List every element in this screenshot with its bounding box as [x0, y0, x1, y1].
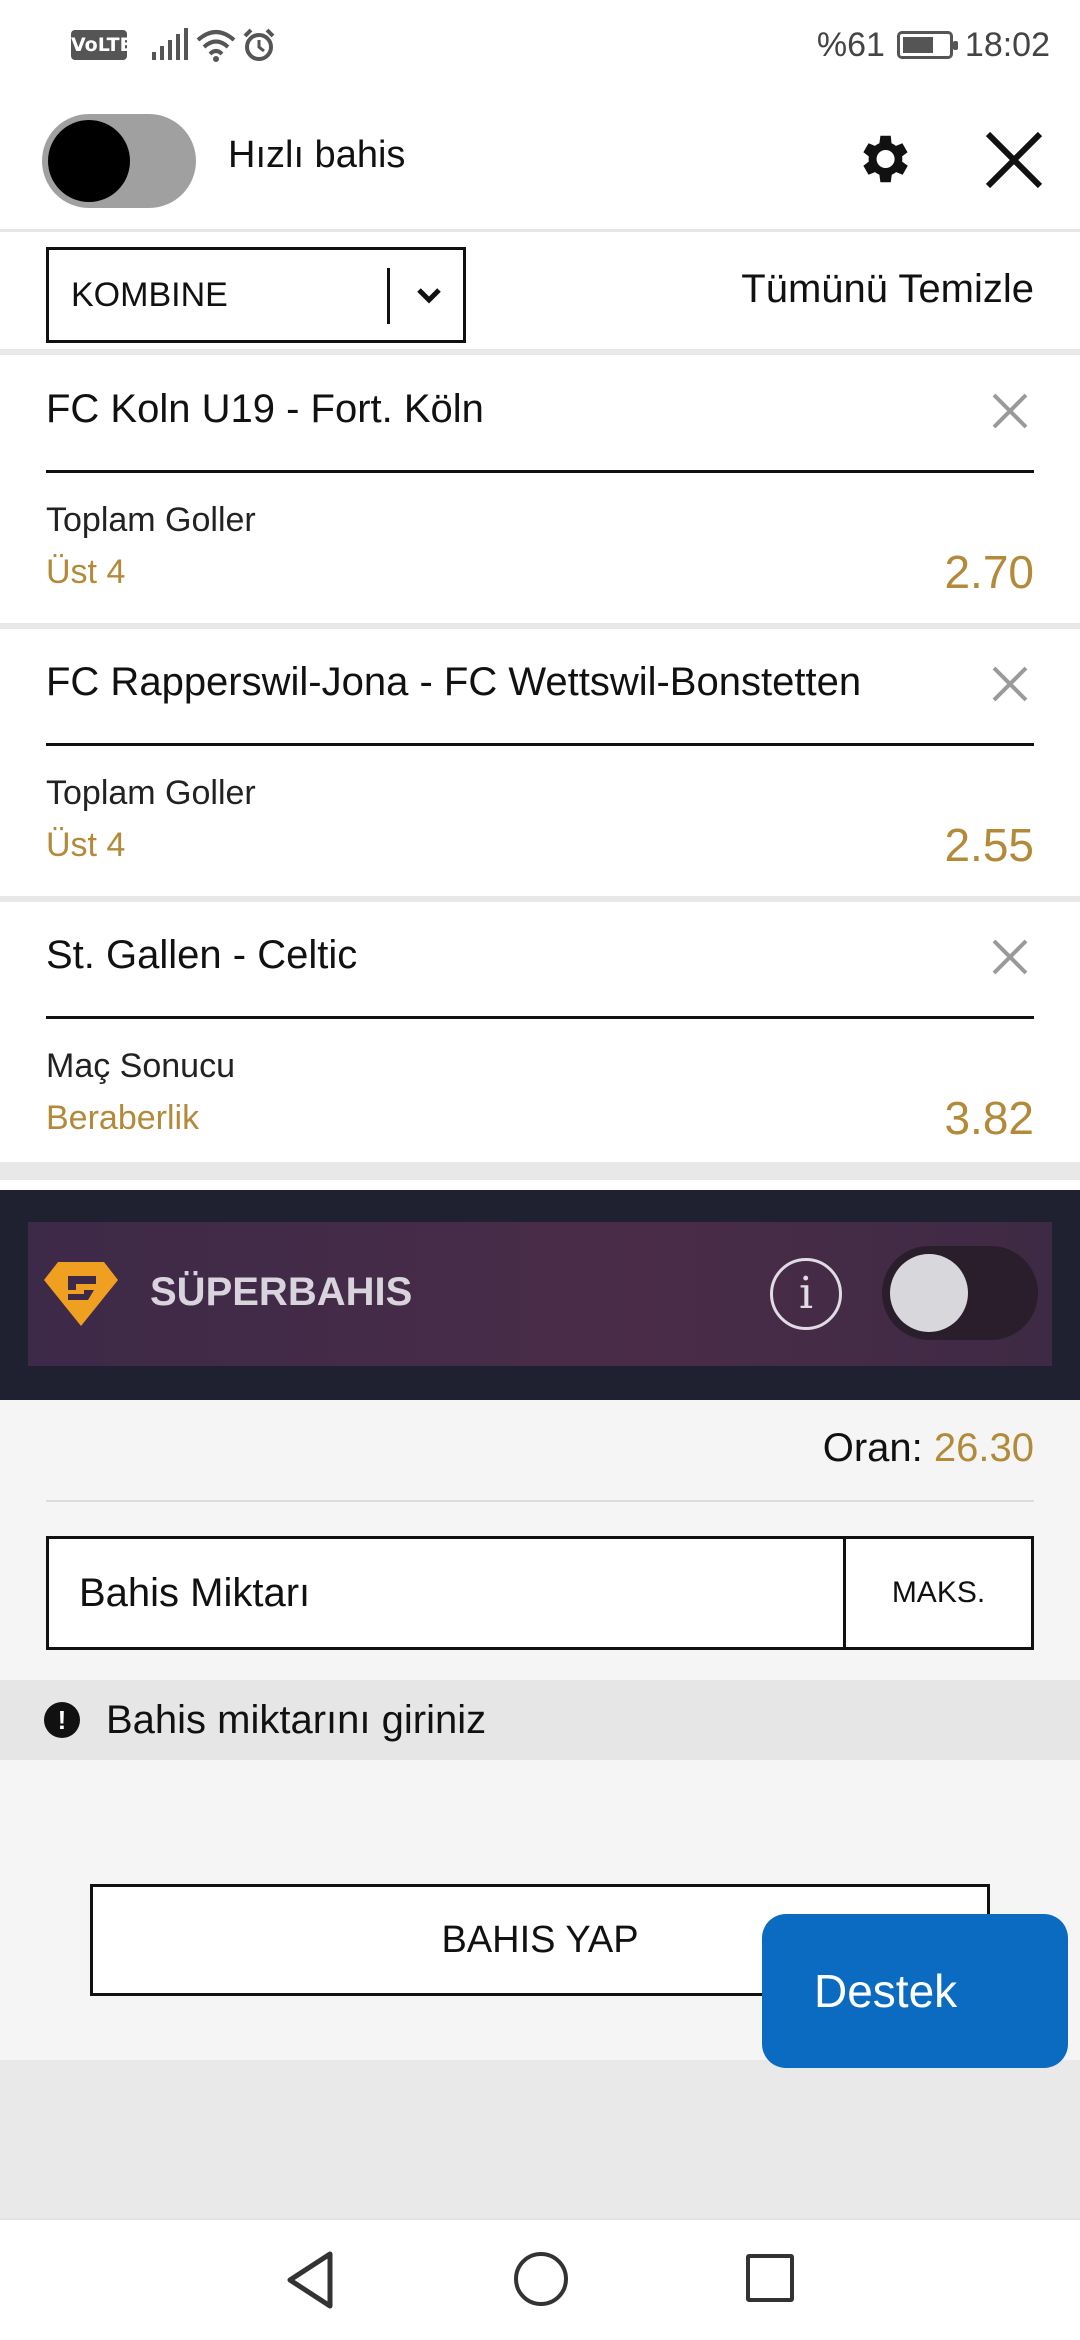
- max-stake-button[interactable]: MAKS.: [843, 1539, 1031, 1647]
- stake-field: MAKS.: [46, 1536, 1034, 1650]
- selection-name: Beraberlik: [46, 1099, 200, 1137]
- gear-icon[interactable]: [852, 128, 914, 190]
- selection-odds: 2.55: [944, 819, 1034, 871]
- odds-label: Oran:: [822, 1426, 923, 1470]
- bet-type-value: KOMBINE: [71, 276, 228, 314]
- bet-item: FC Koln U19 - Fort. Köln Toplam Goller Ü…: [0, 361, 1080, 629]
- bet-item: FC Rapperswil-Jona - FC Wettswil-Bonstet…: [0, 634, 1080, 902]
- match-name: FC Rapperswil-Jona - FC Wettswil-Bonstet…: [46, 660, 862, 704]
- system-nav-bar: [0, 2218, 1080, 2340]
- remove-bet-icon[interactable]: [990, 391, 1030, 431]
- alarm-icon: [243, 28, 275, 61]
- bet-type-select[interactable]: KOMBINE: [46, 247, 466, 343]
- match-name: FC Koln U19 - Fort. Köln: [46, 387, 484, 431]
- select-divider: [387, 268, 390, 324]
- superbahis-toggle[interactable]: [882, 1246, 1038, 1340]
- superbahis-label: SÜPERBAHIS: [150, 1270, 413, 1314]
- stake-warning: ! Bahis miktarını giriniz: [0, 1680, 1080, 1760]
- quick-bet-toggle[interactable]: [42, 114, 196, 208]
- stake-input[interactable]: [49, 1539, 843, 1647]
- toggle-knob: [890, 1254, 968, 1332]
- superbahis-logo-icon: [44, 1262, 118, 1326]
- toggle-knob: [48, 120, 130, 202]
- selection-name: Üst 4: [46, 553, 126, 591]
- warning-icon: !: [44, 1702, 80, 1738]
- superbahis-panel: SÜPERBAHIS i: [28, 1222, 1052, 1366]
- market-name: Toplam Goller: [46, 501, 256, 539]
- clear-all-button[interactable]: Tümünü Temizle: [741, 267, 1034, 312]
- quick-bet-label: Hızlı bahis: [228, 134, 406, 176]
- match-name: St. Gallen - Celtic: [46, 933, 358, 977]
- wifi-icon: [196, 30, 236, 62]
- info-icon[interactable]: i: [770, 1258, 842, 1330]
- betslip-header: Hızlı bahis: [0, 92, 1080, 232]
- support-button[interactable]: Destek: [762, 1914, 1068, 2068]
- battery-icon: [896, 31, 958, 59]
- footer-space: [0, 2060, 1080, 2220]
- divider: [46, 1500, 1034, 1502]
- battery-percent: %61: [816, 25, 885, 64]
- selection-name: Üst 4: [46, 826, 126, 864]
- bet-item: St. Gallen - Celtic Maç Sonucu Beraberli…: [0, 907, 1080, 1180]
- superbahis-section: SÜPERBAHIS i: [0, 1190, 1080, 1400]
- warning-text: Bahis miktarını giriniz: [106, 1698, 487, 1742]
- divider: [46, 1016, 1034, 1019]
- selection-odds: 3.82: [944, 1092, 1034, 1144]
- volte-indicator: VoLTE: [71, 30, 133, 60]
- divider: [46, 743, 1034, 746]
- market-name: Maç Sonucu: [46, 1047, 235, 1085]
- remove-bet-icon[interactable]: [990, 937, 1030, 977]
- clock: 18:02: [964, 25, 1050, 64]
- chevron-down-icon: [417, 288, 441, 304]
- bet-type-row: KOMBINE Tümünü Temizle: [0, 235, 1080, 355]
- odds-value: 26.30: [933, 1426, 1034, 1470]
- divider: [46, 470, 1034, 473]
- back-icon[interactable]: [284, 2250, 338, 2310]
- market-name: Toplam Goller: [46, 774, 256, 812]
- close-icon[interactable]: [982, 128, 1046, 192]
- selection-odds: 2.70: [944, 546, 1034, 598]
- home-icon[interactable]: [514, 2252, 568, 2306]
- signal-icon: [152, 28, 188, 60]
- status-bar: VoLTE %61 18:02: [0, 0, 1080, 92]
- total-odds: Oran: 26.30: [823, 1426, 1034, 1471]
- remove-bet-icon[interactable]: [990, 664, 1030, 704]
- recent-apps-icon[interactable]: [746, 2254, 794, 2302]
